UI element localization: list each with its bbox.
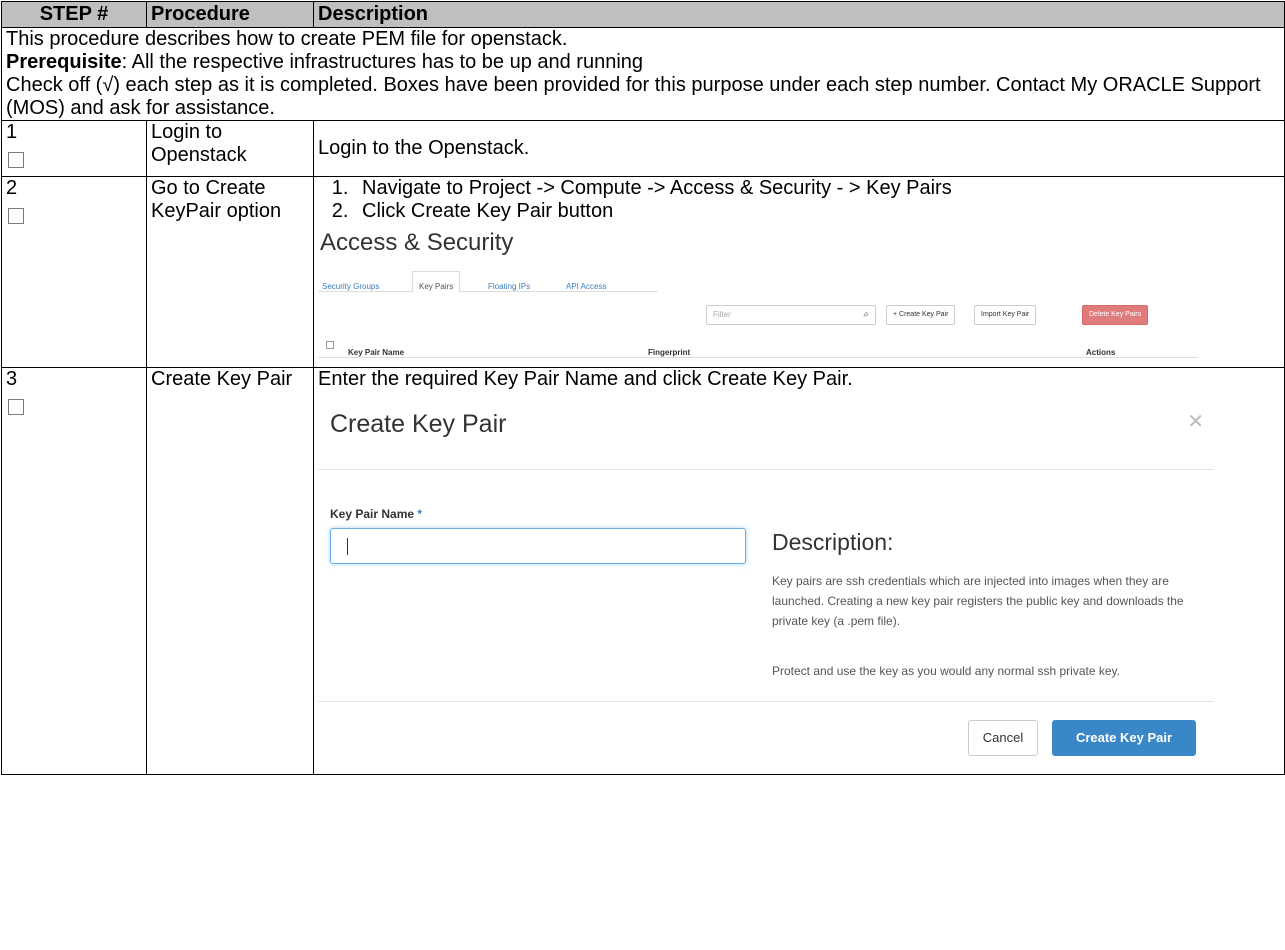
col-key-pair-name: Key Pair Name — [348, 348, 405, 357]
delete-key-pairs-button[interactable]: Delete Key Pairs — [1082, 305, 1149, 325]
access-security-screenshot: Access & Security Security Groups Key Pa… — [318, 227, 1198, 358]
modal-footer-divider — [318, 701, 1214, 702]
step-1-procedure: Login to Openstack — [146, 120, 314, 177]
modal-title: Create Key Pair — [330, 410, 507, 438]
text-cursor — [347, 538, 348, 555]
step-1-description: Login to the Openstack. — [313, 120, 1285, 177]
procedure-table: STEP # Procedure Description This proced… — [1, 1, 1285, 775]
step-3-cell: 3 — [1, 367, 147, 775]
step-2-cell: 2 — [1, 176, 147, 368]
tab-key-pairs[interactable]: Key Pairs — [412, 271, 461, 293]
intro-cell: This procedure describes how to create P… — [1, 27, 1285, 121]
instruction-item: Navigate to Project -> Compute -> Access… — [354, 177, 1280, 200]
step-2-procedure: Go to Create KeyPair option — [146, 176, 314, 368]
header-step: STEP # — [1, 1, 147, 28]
key-pair-name-input[interactable] — [330, 528, 746, 564]
step-3-description-cell: Enter the required Key Pair Name and cli… — [313, 367, 1285, 775]
key-pair-name-label: Key Pair Name * — [330, 503, 422, 526]
step-3-description: Enter the required Key Pair Name and cli… — [318, 368, 853, 390]
key-pair-name-label-text: Key Pair Name — [330, 507, 415, 521]
tab-api-access[interactable]: API Access — [566, 275, 606, 298]
description-title: Description: — [772, 529, 894, 555]
step-2-number: 2 — [6, 177, 18, 199]
key-pairs-table-header: Key Pair Name Fingerprint Actions — [318, 335, 1198, 358]
intro-line: This procedure describes how to create P… — [6, 28, 568, 50]
tab-floating-ips[interactable]: Floating IPs — [488, 275, 530, 298]
step-2-checkbox[interactable] — [8, 208, 24, 224]
step-2-instructions: Navigate to Project -> Compute -> Access… — [318, 177, 1280, 223]
step-3-checkbox[interactable] — [8, 399, 24, 415]
modal-header-divider — [318, 469, 1214, 470]
step-1-number: 1 — [6, 121, 18, 143]
filter-placeholder: Filter — [713, 310, 731, 319]
step-3-procedure: Create Key Pair — [146, 367, 314, 775]
create-key-pair-modal: Create Key Pair ✕ Key Pair Name * Descri… — [318, 395, 1214, 765]
header-procedure: Procedure — [146, 1, 314, 28]
description-paragraph-1: Key pairs are ssh credentials which are … — [772, 574, 1184, 628]
filter-input[interactable]: Filter ⌕ — [706, 305, 876, 325]
close-icon[interactable]: ✕ — [1187, 411, 1204, 434]
access-security-title: Access & Security — [320, 229, 514, 256]
create-key-pair-button[interactable]: + Create Key Pair — [886, 305, 956, 325]
search-icon: ⌕ — [863, 309, 869, 320]
instruction-item: Click Create Key Pair button — [354, 200, 1280, 223]
header-description: Description — [313, 1, 1285, 28]
prerequisite-label: Prerequisite — [6, 51, 122, 73]
col-fingerprint: Fingerprint — [648, 348, 691, 357]
col-actions: Actions — [1086, 348, 1116, 357]
check-off-note: Check off (√) each step as it is complet… — [6, 74, 1261, 119]
step-2-description: Navigate to Project -> Compute -> Access… — [313, 176, 1285, 368]
tab-security-groups[interactable]: Security Groups — [322, 275, 379, 298]
description-paragraph-2: Protect and use the key as you would any… — [772, 664, 1120, 678]
create-key-pair-submit-button[interactable]: Create Key Pair — [1052, 720, 1196, 756]
prerequisite-line: Prerequisite: All the respective infrast… — [6, 51, 1280, 74]
step-1-checkbox[interactable] — [8, 152, 24, 168]
prerequisite-text: : All the respective infrastructures has… — [121, 51, 644, 73]
required-mark: * — [417, 507, 423, 521]
import-key-pair-button[interactable]: Import Key Pair — [974, 305, 1037, 325]
step-3-number: 3 — [6, 368, 18, 390]
access-security-tabs: Security Groups Key Pairs Floating IPs A… — [318, 269, 658, 293]
cancel-button[interactable]: Cancel — [968, 720, 1038, 756]
select-all-checkbox[interactable] — [326, 341, 334, 349]
step-1-cell: 1 — [1, 120, 147, 177]
